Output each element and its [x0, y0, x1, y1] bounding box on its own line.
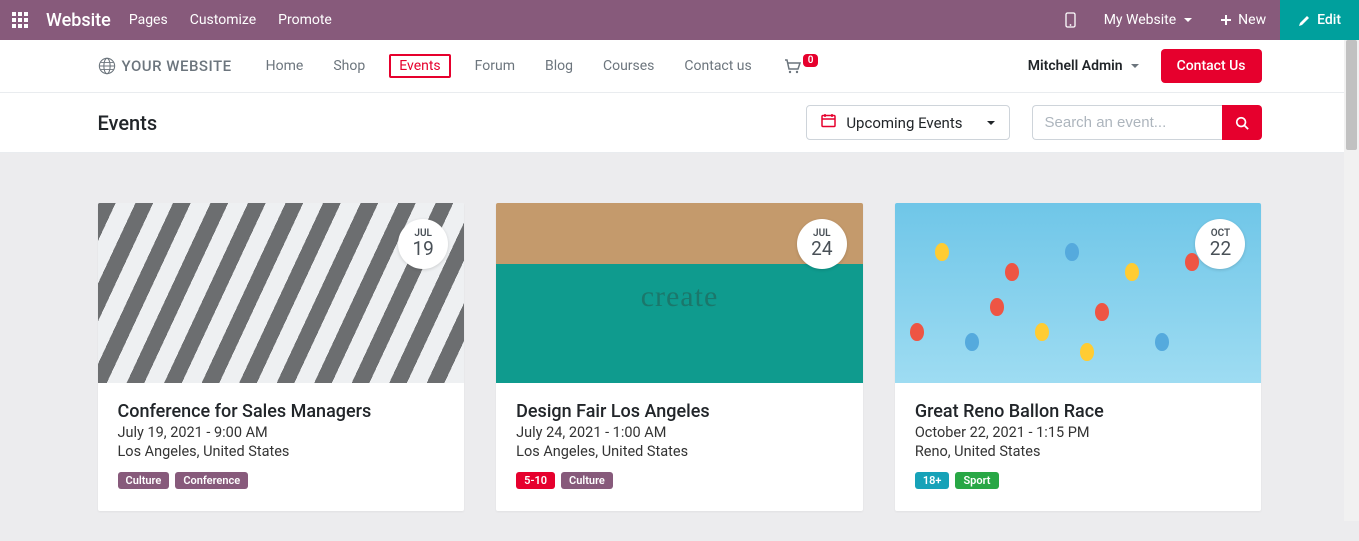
pencil-icon	[1298, 14, 1311, 27]
chevron-down-icon	[1184, 18, 1192, 22]
date-badge: JUL24	[797, 219, 847, 269]
event-card-image: JUL24	[496, 203, 863, 383]
event-card-image: OCT22	[895, 203, 1262, 383]
event-card[interactable]: JUL24 Design Fair Los Angeles July 24, 202…	[496, 203, 863, 511]
new-button[interactable]: New	[1206, 0, 1280, 40]
events-content: JUL19 Conference for Sales Managers July 1…	[0, 153, 1359, 541]
site-logo-text: YOUR WEBSITE	[122, 57, 232, 75]
scrollbar-thumb[interactable]	[1346, 40, 1357, 150]
date-badge-day: 19	[412, 239, 433, 260]
chevron-down-icon	[1131, 64, 1139, 68]
events-filter-dropdown[interactable]: Upcoming Events	[806, 105, 1009, 140]
cart-count-badge: 0	[803, 54, 819, 67]
topbar-menu-customize[interactable]: Customize	[190, 12, 256, 28]
my-website-label: My Website	[1104, 12, 1176, 28]
topbar-right: My Website New Edit	[1051, 0, 1359, 40]
cart-icon	[784, 59, 801, 74]
nav-contact-us[interactable]: Contact us	[678, 54, 757, 78]
page-title: Events	[98, 111, 158, 135]
date-badge: OCT22	[1195, 219, 1245, 269]
globe-icon	[98, 57, 116, 75]
plus-icon	[1220, 14, 1232, 26]
app-brand[interactable]: Website	[46, 10, 111, 31]
user-dropdown[interactable]: Mitchell Admin	[1028, 58, 1139, 74]
topbar-menu-promote[interactable]: Promote	[278, 12, 332, 28]
cart-button[interactable]: 0	[784, 59, 821, 74]
event-tags: Culture Conference	[118, 472, 445, 489]
events-filter-label: Upcoming Events	[846, 114, 962, 132]
nav-home[interactable]: Home	[260, 54, 310, 78]
date-badge: JUL19	[398, 219, 448, 269]
event-tag: Conference	[175, 472, 248, 489]
new-label: New	[1238, 12, 1266, 28]
event-tags: 18+ Sport	[915, 472, 1242, 489]
date-badge-day: 22	[1210, 239, 1231, 260]
event-card[interactable]: OCT22 Great Reno Ballon Race October 22, 2…	[895, 203, 1262, 511]
site-nav: Home Shop Events Forum Blog Courses Cont…	[260, 54, 758, 78]
site-logo[interactable]: YOUR WEBSITE	[98, 57, 232, 75]
search-input[interactable]	[1032, 105, 1222, 140]
mobile-preview-button[interactable]	[1051, 0, 1090, 40]
search-icon	[1235, 116, 1249, 130]
edit-label: Edit	[1317, 12, 1341, 28]
event-title: Conference for Sales Managers	[118, 401, 445, 422]
event-tag: Culture	[118, 472, 170, 489]
event-tag: 18+	[915, 472, 950, 489]
topbar-menu: Pages Customize Promote	[129, 12, 332, 28]
event-date: July 19, 2021 - 9:00 AM	[118, 424, 445, 441]
event-location: Reno, United States	[915, 443, 1242, 460]
date-badge-day: 24	[811, 239, 832, 260]
event-tags: 5-10 Culture	[516, 472, 843, 489]
event-card-body: Conference for Sales Managers July 19, 20…	[98, 383, 465, 511]
subbar-right: Upcoming Events	[806, 105, 1261, 140]
edit-button[interactable]: Edit	[1280, 0, 1359, 40]
user-name: Mitchell Admin	[1028, 58, 1123, 74]
topbar-menu-pages[interactable]: Pages	[129, 12, 168, 28]
site-header: YOUR WEBSITE Home Shop Events Forum Blog…	[90, 40, 1270, 92]
chevron-down-icon	[987, 121, 995, 125]
nav-courses[interactable]: Courses	[597, 54, 660, 78]
search-button[interactable]	[1222, 105, 1262, 140]
event-card-body: Design Fair Los Angeles July 24, 2021 - 1…	[496, 383, 863, 511]
event-date: October 22, 2021 - 1:15 PM	[915, 424, 1242, 441]
events-grid: JUL19 Conference for Sales Managers July 1…	[90, 203, 1270, 511]
topbar-left: Website Pages Customize Promote	[12, 10, 332, 31]
event-location: Los Angeles, United States	[516, 443, 843, 460]
nav-blog[interactable]: Blog	[539, 54, 579, 78]
event-date: July 24, 2021 - 1:00 AM	[516, 424, 843, 441]
event-card-image: JUL19	[98, 203, 465, 383]
contact-us-button[interactable]: Contact Us	[1161, 49, 1262, 83]
mobile-icon	[1065, 12, 1076, 28]
nav-forum[interactable]: Forum	[469, 54, 521, 78]
scrollbar-track[interactable]	[1344, 40, 1359, 521]
my-website-dropdown[interactable]: My Website	[1090, 0, 1206, 40]
event-tag: 5-10	[516, 472, 555, 489]
event-tag: Sport	[955, 472, 998, 489]
app-topbar: Website Pages Customize Promote My Websi…	[0, 0, 1359, 40]
search-wrap	[1032, 105, 1262, 140]
event-title: Design Fair Los Angeles	[516, 401, 843, 422]
apps-icon[interactable]	[12, 12, 28, 28]
event-tag: Culture	[561, 472, 613, 489]
event-card[interactable]: JUL19 Conference for Sales Managers July 1…	[98, 203, 465, 511]
events-subbar: Events Upcoming Events	[0, 92, 1359, 153]
calendar-icon	[821, 113, 836, 132]
event-card-body: Great Reno Ballon Race October 22, 2021 -…	[895, 383, 1262, 511]
nav-shop[interactable]: Shop	[327, 54, 371, 78]
event-location: Los Angeles, United States	[118, 443, 445, 460]
nav-events[interactable]: Events	[389, 54, 450, 78]
site-header-right: Mitchell Admin Contact Us	[1028, 49, 1262, 83]
event-title: Great Reno Ballon Race	[915, 401, 1242, 422]
